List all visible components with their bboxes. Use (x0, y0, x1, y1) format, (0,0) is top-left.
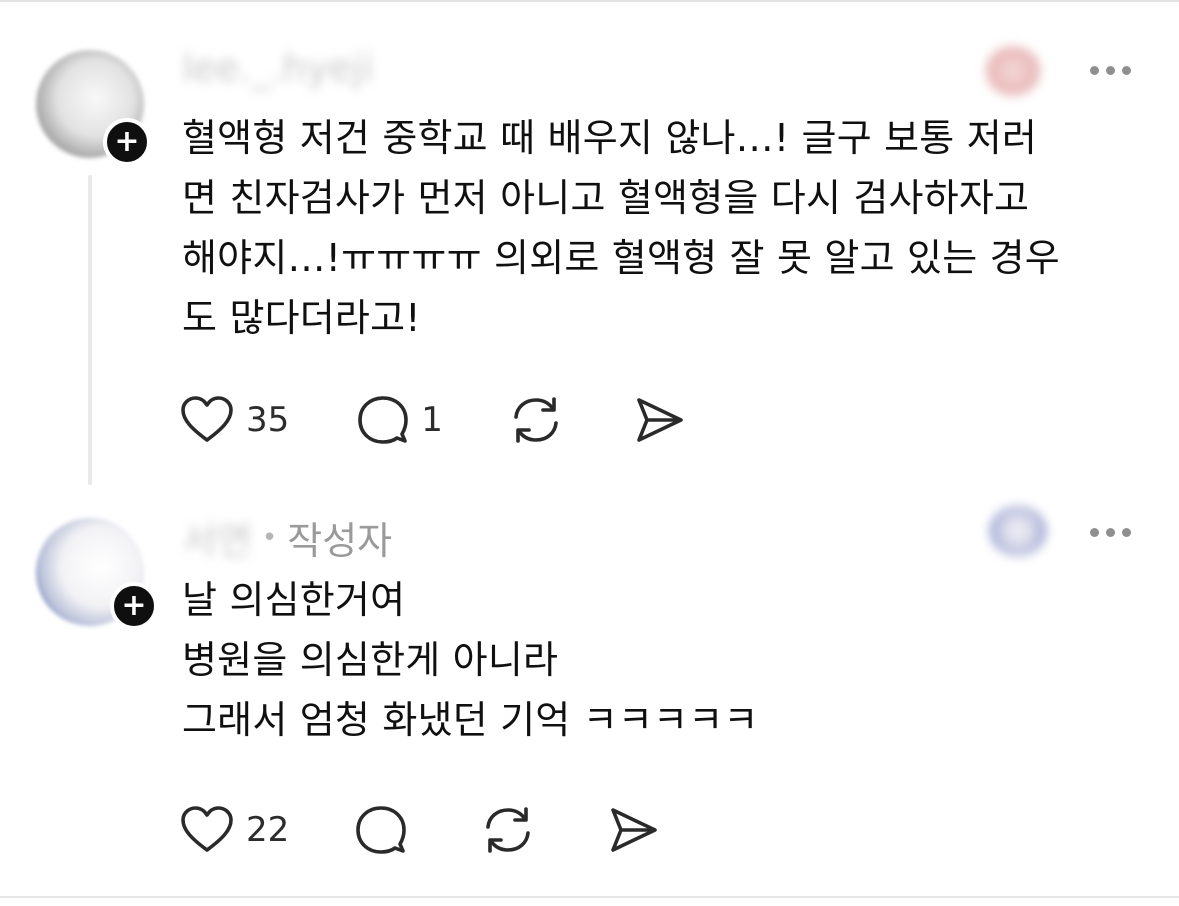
bottom-divider (0, 896, 1179, 898)
send-icon (637, 398, 683, 442)
reply-count: 1 (421, 400, 443, 440)
username[interactable]: lee._.hyeji (182, 46, 374, 90)
like-count: 35 (246, 400, 290, 440)
repost-icon (486, 807, 531, 853)
comment-text-line: 면 친자검사가 먼저 아니고 혈액형을 다시 검사하자고 (182, 176, 1030, 220)
username[interactable]: 서연 (182, 510, 252, 565)
thread-connector-line (88, 175, 92, 485)
reply-text-line: 그래서 엄청 화냈던 기억 ㅋㅋㅋㅋㅋ (182, 698, 759, 742)
comment-text: 혈액형 저건 중학교 때 배우지 않나…! 글구 보통 저러 면 친자검사가 먼… (182, 108, 1060, 348)
like-button[interactable]: 35 (180, 392, 289, 448)
comment-text-line: 혈액형 저건 중학교 때 배우지 않나…! 글구 보통 저러 (182, 116, 1038, 160)
more-horizontal-icon (1089, 65, 1099, 75)
reaction-image (990, 506, 1046, 556)
speech-bubble-icon (356, 806, 407, 854)
comment-text-line: 도 많다더라고! (182, 296, 421, 340)
action-bar: 35 1 (180, 392, 685, 448)
speech-bubble-icon (358, 396, 409, 444)
comment-post: + lee._.hyeji 혈액형 저건 중학교 때 배우지 않나…! 글구 보… (0, 0, 1179, 490)
reply-post: + 서연 • 작성자 날 의심한거여 병원을 의심한게 아니라 그래서 엄청 화… (0, 490, 1179, 890)
repost-icon (514, 397, 558, 443)
more-options-button[interactable] (1082, 512, 1138, 552)
action-bar: 22 (180, 802, 659, 858)
comment-text-line: 해야지…!ㅠㅠㅠㅠ 의외로 혈액형 잘 못 알고 있는 경우 (182, 236, 1060, 280)
follow-plus-button[interactable]: + (110, 582, 158, 630)
more-horizontal-icon (1089, 527, 1099, 537)
reply-button[interactable] (355, 802, 407, 858)
follow-plus-button[interactable]: + (103, 118, 151, 166)
reply-text-line: 병원을 의심한게 아니라 (182, 638, 559, 682)
reply-text-line: 날 의심한거여 (182, 578, 406, 622)
repost-button[interactable] (509, 392, 563, 448)
like-button[interactable]: 22 (180, 802, 289, 858)
more-options-button[interactable] (1082, 50, 1138, 90)
like-count: 22 (246, 810, 290, 850)
reply-text: 날 의심한거여 병원을 의심한게 아니라 그래서 엄청 화냈던 기억 ㅋㅋㅋㅋㅋ (182, 570, 759, 750)
send-icon (611, 808, 658, 852)
reaction-image (985, 46, 1041, 96)
share-button[interactable] (633, 392, 685, 448)
author-header: 서연 • 작성자 (182, 510, 392, 565)
reply-button[interactable]: 1 (357, 392, 443, 448)
heart-icon (181, 806, 233, 852)
repost-button[interactable] (481, 802, 535, 858)
share-button[interactable] (607, 802, 659, 858)
heart-icon (181, 396, 233, 442)
author-tag: 작성자 (287, 519, 393, 563)
